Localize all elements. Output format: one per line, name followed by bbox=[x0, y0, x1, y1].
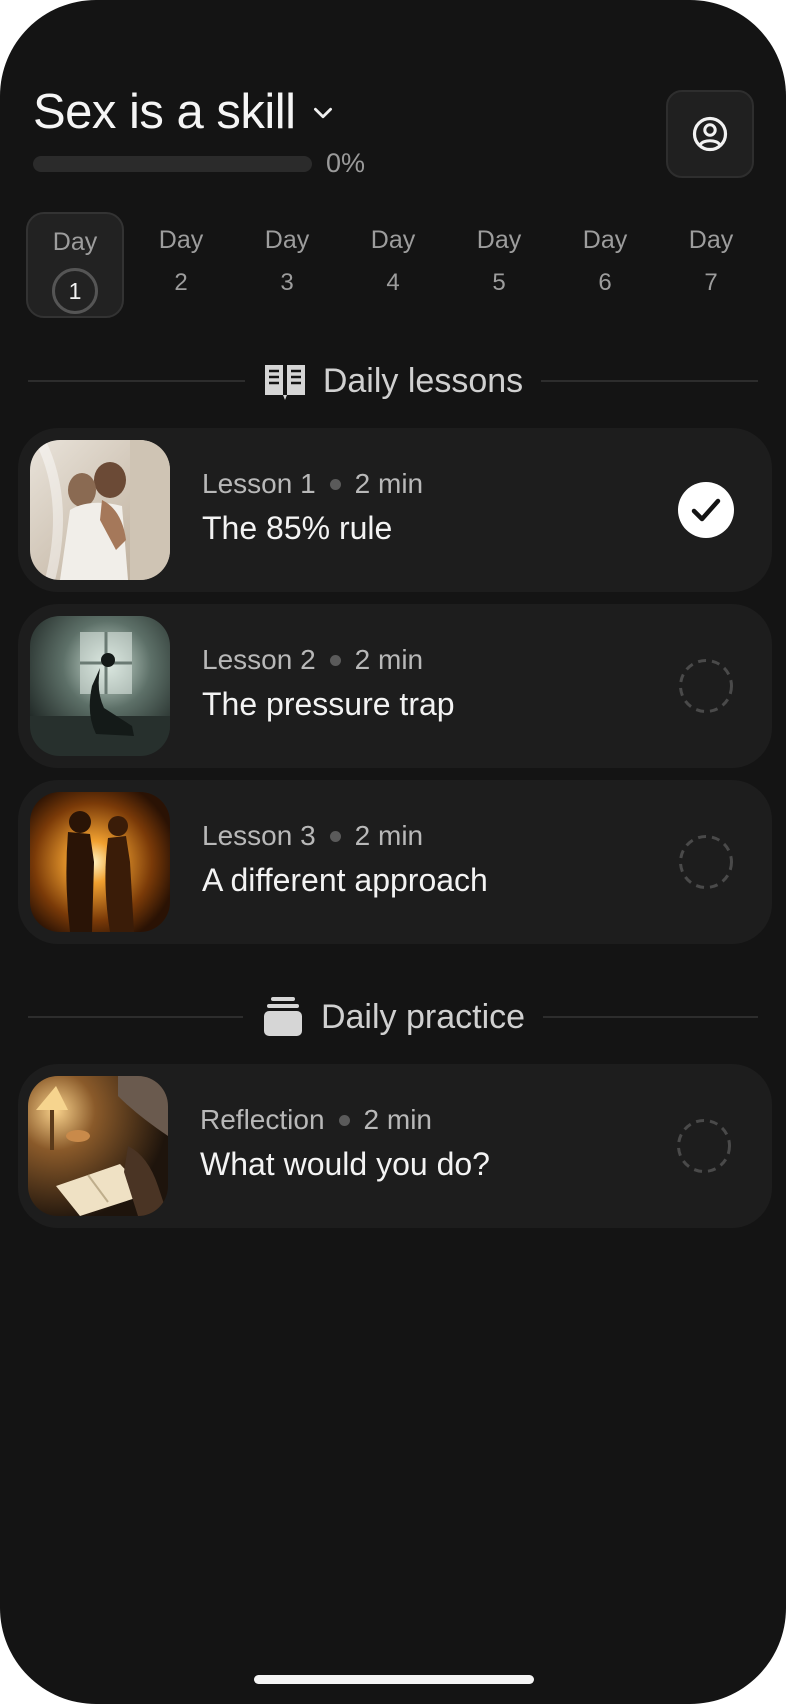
day-number: 2 bbox=[174, 269, 188, 296]
day-number: 5 bbox=[492, 269, 506, 296]
divider bbox=[541, 380, 758, 382]
course-selector[interactable]: Sex is a skill bbox=[33, 82, 336, 142]
daily-practice-header: Daily practice bbox=[28, 994, 759, 1040]
day-number: 6 bbox=[598, 269, 612, 296]
home-indicator[interactable] bbox=[254, 1675, 534, 1684]
daily-lessons-header: Daily lessons bbox=[28, 358, 758, 404]
lesson-title: A different approach bbox=[202, 862, 488, 898]
day-label: Day bbox=[264, 226, 310, 254]
day-label: Day bbox=[370, 226, 416, 254]
day-tab-1[interactable]: Day 1 bbox=[26, 212, 124, 318]
profile-button[interactable] bbox=[666, 90, 754, 178]
lesson-card-1[interactable]: Lesson 1 2 min The 85% rule bbox=[18, 428, 772, 592]
pending-circle-icon bbox=[678, 834, 734, 890]
day-number: 1 bbox=[52, 268, 98, 314]
lesson-2-thumbnail bbox=[30, 616, 170, 756]
section-title: Daily lessons bbox=[322, 361, 524, 400]
day-number: 4 bbox=[386, 269, 400, 296]
day-label: Day bbox=[476, 226, 522, 254]
day-tab-3[interactable]: Day 3 bbox=[238, 212, 336, 318]
day-selector: Day 1 Day 2 Day 3 Day 4 Day 5 Day 6 Day … bbox=[26, 212, 766, 318]
chevron-down-icon bbox=[313, 107, 332, 119]
app-screen: Sex is a skill 0% Day 1 Day 2 Day 3 Day … bbox=[0, 0, 786, 1704]
lesson-1-thumbnail bbox=[30, 440, 170, 580]
day-label: Day bbox=[158, 226, 204, 254]
pending-circle-icon bbox=[678, 658, 734, 714]
day-tab-7[interactable]: Day 7 bbox=[662, 212, 760, 318]
lesson-title: The 85% rule bbox=[202, 510, 393, 546]
pending-circle-icon bbox=[676, 1118, 732, 1174]
divider bbox=[28, 1016, 243, 1018]
lesson-number: Lesson 1 bbox=[202, 468, 316, 499]
lesson-title: The pressure trap bbox=[202, 686, 455, 722]
stacked-cards-icon bbox=[263, 997, 302, 1036]
day-label: Day bbox=[52, 228, 98, 256]
practice-title: What would you do? bbox=[200, 1146, 490, 1182]
lesson-duration: 2 min bbox=[354, 468, 424, 499]
lesson-duration: 2 min bbox=[354, 644, 424, 675]
day-label: Day bbox=[582, 226, 628, 254]
practice-type: Reflection bbox=[200, 1104, 325, 1135]
separator-dot bbox=[329, 654, 341, 666]
lesson-duration: 2 min bbox=[354, 820, 424, 851]
day-tab-2[interactable]: Day 2 bbox=[132, 212, 230, 318]
lesson-3-thumbnail bbox=[30, 792, 170, 932]
lesson-number: Lesson 2 bbox=[202, 644, 316, 675]
course-progress: 0% bbox=[33, 148, 365, 179]
practice-card-reflection[interactable]: Reflection 2 min What would you do? bbox=[18, 1064, 772, 1228]
reflection-thumbnail bbox=[28, 1076, 168, 1216]
separator-dot bbox=[329, 830, 341, 842]
lesson-number: Lesson 3 bbox=[202, 820, 316, 851]
divider bbox=[543, 1016, 759, 1018]
separator-dot bbox=[329, 478, 341, 490]
day-label: Day bbox=[688, 226, 734, 254]
course-title: Sex is a skill bbox=[33, 85, 296, 139]
progress-percent: 0% bbox=[326, 148, 366, 178]
progress-bar bbox=[33, 155, 312, 172]
lesson-card-2[interactable]: Lesson 2 2 min The pressure trap bbox=[18, 604, 772, 768]
day-tab-5[interactable]: Day 5 bbox=[450, 212, 548, 318]
separator-dot bbox=[338, 1114, 350, 1126]
day-tab-6[interactable]: Day 6 bbox=[556, 212, 654, 318]
day-tab-4[interactable]: Day 4 bbox=[344, 212, 442, 318]
lesson-card-3[interactable]: Lesson 3 2 min A different approach bbox=[18, 780, 772, 944]
practice-duration: 2 min bbox=[363, 1104, 432, 1135]
divider bbox=[28, 380, 245, 382]
completed-check-icon bbox=[678, 482, 734, 538]
open-book-icon bbox=[264, 365, 305, 400]
user-circle-icon bbox=[692, 116, 728, 152]
day-number: 3 bbox=[280, 269, 294, 296]
section-title: Daily practice bbox=[320, 997, 526, 1036]
day-number: 7 bbox=[704, 269, 718, 296]
